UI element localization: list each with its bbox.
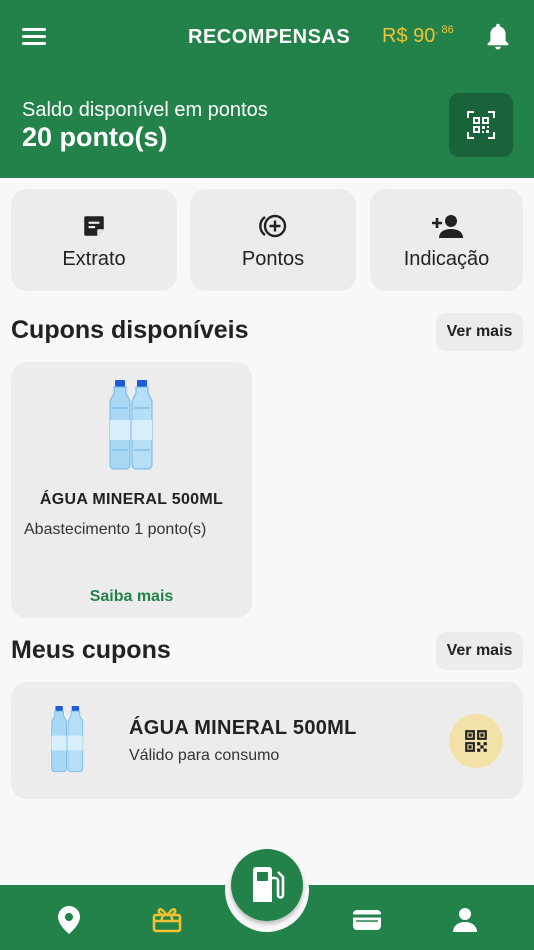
my-coupons-more-button[interactable]: Ver mais — [436, 632, 523, 670]
qr-code-icon — [465, 730, 487, 752]
note-icon — [77, 209, 111, 243]
coupon-details-link[interactable]: Saiba mais — [11, 588, 252, 606]
hamburger-menu-icon[interactable] — [22, 24, 52, 50]
water-bottles-image — [51, 706, 85, 779]
money-balance-cents: , 86 — [435, 24, 454, 36]
extrato-button[interactable]: Extrato — [11, 189, 177, 291]
page-title: RECOMPENSAS — [188, 26, 351, 48]
fuel-button[interactable] — [231, 849, 303, 921]
my-coupons-title: Meus cupons — [11, 636, 171, 664]
pontos-label: Pontos — [241, 248, 305, 270]
app-header: RECOMPENSAS R$ 90, 86 Saldo disponível e… — [0, 0, 534, 178]
my-coupon-status: Válido para consumo — [129, 747, 280, 764]
water-bottles-image — [109, 380, 155, 477]
add-user-icon — [430, 209, 464, 243]
available-coupons-more-button[interactable]: Ver mais — [436, 313, 523, 351]
extrato-label: Extrato — [62, 248, 126, 270]
money-balance-value: R$ 90 — [382, 25, 436, 47]
coupon-description: Abastecimento 1 ponto(s) — [24, 521, 207, 538]
indicacao-button[interactable]: Indicação — [370, 189, 523, 291]
wallet-card-icon[interactable] — [352, 905, 382, 935]
qr-scan-icon — [467, 111, 495, 139]
my-coupon-card[interactable]: ÁGUA MINERAL 500ML Válido para consumo — [11, 682, 523, 799]
pontos-button[interactable]: Pontos — [190, 189, 356, 291]
coupon-name: ÁGUA MINERAL 500ML — [39, 491, 224, 508]
qr-scan-button[interactable] — [449, 93, 513, 157]
points-balance-value: 20 ponto(s) — [22, 122, 168, 152]
my-coupon-name: ÁGUA MINERAL 500ML — [129, 717, 357, 739]
indicacao-label: Indicação — [403, 248, 490, 270]
bell-icon[interactable] — [484, 22, 512, 52]
fuel-pump-icon — [253, 867, 285, 902]
my-coupon-qr-button[interactable] — [449, 714, 503, 768]
gift-card-icon[interactable] — [152, 905, 182, 935]
person-icon[interactable] — [450, 905, 480, 935]
add-points-icon — [256, 209, 290, 243]
money-balance: R$ 90, 86 — [382, 24, 454, 48]
coupon-card[interactable]: ÁGUA MINERAL 500ML Abastecimento 1 ponto… — [11, 362, 252, 618]
available-coupons-title: Cupons disponíveis — [11, 316, 249, 344]
points-balance-label: Saldo disponível em pontos — [22, 99, 268, 121]
location-pin-icon[interactable] — [54, 905, 84, 935]
